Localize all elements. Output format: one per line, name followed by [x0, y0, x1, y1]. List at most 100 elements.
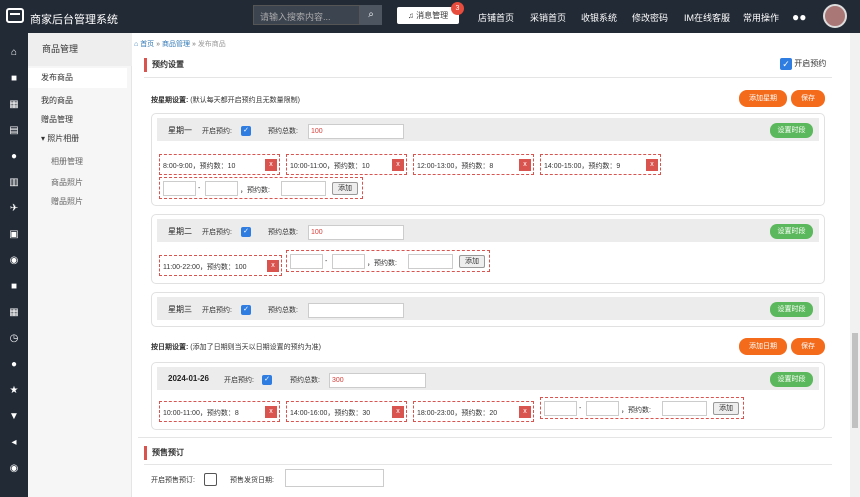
save-date-button[interactable]: 保存 — [791, 338, 825, 355]
app-title: 商家后台管理系统 — [30, 14, 118, 26]
search-button[interactable]: ⌕ — [360, 5, 382, 25]
delete-slot-button[interactable]: x — [392, 406, 404, 418]
search-input[interactable]: 请输入搜索内容... — [253, 5, 360, 25]
nav-im-service[interactable]: IM在线客服 — [684, 11, 730, 24]
week-setting-label: 按星期设置: (默认每天都开启预约且无数量限制) — [151, 95, 300, 105]
avatar[interactable] — [823, 4, 847, 28]
delete-slot-button[interactable]: x — [392, 159, 404, 171]
start-time-input[interactable] — [544, 401, 577, 416]
delete-slot-button[interactable]: x — [265, 159, 277, 171]
nav-shop-home[interactable]: 店铺首页 — [478, 11, 514, 24]
delete-slot-button[interactable]: x — [519, 406, 531, 418]
delete-slot-button[interactable]: x — [267, 260, 279, 272]
start-time-input[interactable] — [290, 254, 323, 269]
nav-cashier[interactable]: 收银系统 — [581, 11, 617, 24]
bell-icon: ♫ — [407, 11, 414, 20]
end-time-input[interactable] — [205, 181, 238, 196]
set-time-button[interactable]: 设置时段 — [770, 372, 813, 387]
count-input[interactable] — [408, 254, 453, 269]
set-time-button[interactable]: 设置时段 — [770, 302, 813, 317]
save-week-button[interactable]: 保存 — [791, 90, 825, 107]
person-icon[interactable]: ● — [8, 359, 20, 370]
grid-icon[interactable]: ▦ — [8, 99, 20, 110]
end-time-input[interactable] — [332, 254, 365, 269]
delete-slot-button[interactable]: x — [646, 159, 658, 171]
time-slot: 12:00-13:00，预约数：8 x — [413, 154, 534, 175]
add-date-button[interactable]: 添加日期 — [739, 338, 787, 355]
globe-icon[interactable]: ◉ — [8, 255, 20, 266]
booking-total-label: 预约总数: — [290, 377, 320, 384]
menu-my-products[interactable]: 我的商品 — [41, 95, 73, 106]
booking-total-label: 预约总数: — [268, 128, 298, 135]
app-logo-icon — [6, 8, 24, 23]
clock-icon[interactable]: ◷ — [8, 333, 20, 344]
video-icon[interactable]: ■ — [8, 281, 20, 292]
scrollbar-thumb[interactable] — [852, 333, 858, 428]
nav-common-actions[interactable]: 常用操作 — [743, 11, 779, 24]
count-input[interactable] — [281, 181, 326, 196]
menu-album-management[interactable]: 相册管理 — [51, 156, 83, 167]
chat-icon[interactable]: ●● — [792, 10, 807, 24]
date-setting-note: (添加了日期则当天以日期设置的预约为准) — [190, 344, 321, 351]
set-time-button[interactable]: 设置时段 — [770, 123, 813, 138]
share-icon[interactable]: ◂ — [8, 437, 20, 448]
star-icon[interactable]: ★ — [8, 385, 20, 396]
gift-icon[interactable]: ▣ — [8, 229, 20, 240]
top-bar: 商家后台管理系统 请输入搜索内容... ⌕ ♫ 消息管理 3 店铺首页 采销首页… — [0, 0, 860, 33]
delete-slot-button[interactable]: x — [519, 159, 531, 171]
menu-gift-management[interactable]: 赠品管理 — [41, 114, 73, 125]
open-booking-label: 开启预约: — [202, 229, 232, 236]
delete-slot-button[interactable]: x — [265, 406, 277, 418]
time-slot: 10:00-11:00，预约数：8 x — [159, 401, 280, 422]
menu-product-photos[interactable]: 商品照片 — [51, 177, 83, 188]
plane-icon[interactable]: ✈ — [8, 203, 20, 214]
weekday-card-tuesday: 星期二 开启预约: ✓ 预约总数: 100 设置时段 11:00-22:00，预… — [151, 214, 825, 284]
calendar-icon[interactable]: ▦ — [8, 307, 20, 318]
booking-total-input[interactable]: 300 — [329, 373, 426, 388]
globe-icon-2[interactable]: ◉ — [8, 463, 20, 474]
weekday-name: 星期二 — [168, 227, 192, 236]
add-weekday-button[interactable]: 添加星期 — [739, 90, 787, 107]
menu-photo-album[interactable]: ▾ 照片相册 — [41, 133, 79, 144]
car-icon[interactable]: ■ — [8, 73, 20, 84]
breadcrumb-parent[interactable]: 商品管理 — [162, 41, 190, 48]
week-setting-title: 按星期设置: — [151, 97, 189, 104]
booking-total-input[interactable]: 100 — [308, 124, 404, 139]
book-icon[interactable]: ▤ — [8, 125, 20, 136]
breadcrumb-home[interactable]: 首页 — [140, 41, 154, 48]
menu-heading: 商品管理 — [28, 33, 132, 66]
open-booking-checkbox[interactable]: ✓ — [241, 305, 251, 315]
time-slot-text: 10:00-11:00，预约数：8 — [163, 410, 239, 417]
set-time-button[interactable]: 设置时段 — [770, 224, 813, 239]
menu-publish-product[interactable]: 发布商品 — [28, 68, 127, 88]
weekday-card-monday: 星期一 开启预约: ✓ 预约总数: 100 设置时段 8:00-9:00，预约数… — [151, 113, 825, 206]
message-button[interactable]: ♫ 消息管理 — [397, 7, 459, 24]
count-input[interactable] — [662, 401, 707, 416]
checkbox-checked[interactable]: ✓ — [780, 58, 792, 70]
open-booking-checkbox[interactable]: ✓ — [241, 227, 251, 237]
bank-icon[interactable]: ▥ — [8, 177, 20, 188]
menu-gift-photos[interactable]: 赠品照片 — [51, 196, 83, 207]
time-slot: 14:00-16:00，预约数：30 x — [286, 401, 407, 422]
trophy-icon[interactable]: ▼ — [8, 411, 20, 422]
open-booking-checkbox[interactable]: ✓ — [241, 126, 251, 136]
date-card: 2024-01-26 开启预约: ✓ 预约总数: 300 设置时段 10:00-… — [151, 362, 825, 430]
end-time-input[interactable] — [586, 401, 619, 416]
home-icon[interactable]: ⌂ — [8, 47, 20, 58]
nav-change-password[interactable]: 修改密码 — [632, 11, 668, 24]
presale-checkbox[interactable] — [204, 473, 217, 486]
presale-ship-date-input[interactable] — [285, 469, 384, 487]
add-slot-button[interactable]: 添加 — [459, 255, 485, 268]
time-slot: 14:00-15:00，预约数：9 x — [540, 154, 661, 175]
enable-booking-toggle[interactable]: ✓ 开启预约 — [780, 58, 826, 70]
users-icon[interactable]: ● — [8, 151, 20, 162]
booking-total-input[interactable] — [308, 303, 404, 318]
open-booking-checkbox[interactable]: ✓ — [262, 375, 272, 385]
add-slot-button[interactable]: 添加 — [332, 182, 358, 195]
add-slot-button[interactable]: 添加 — [713, 402, 739, 415]
booking-total-input[interactable]: 100 — [308, 225, 404, 240]
nav-purchase-home[interactable]: 采销首页 — [530, 11, 566, 24]
start-time-input[interactable] — [163, 181, 196, 196]
time-slot: 18:00-23:00，预约数：20 x — [413, 401, 534, 422]
side-menu: 商品管理 发布商品 我的商品 赠品管理 ▾ 照片相册 相册管理 商品照片 赠品照… — [28, 33, 132, 497]
